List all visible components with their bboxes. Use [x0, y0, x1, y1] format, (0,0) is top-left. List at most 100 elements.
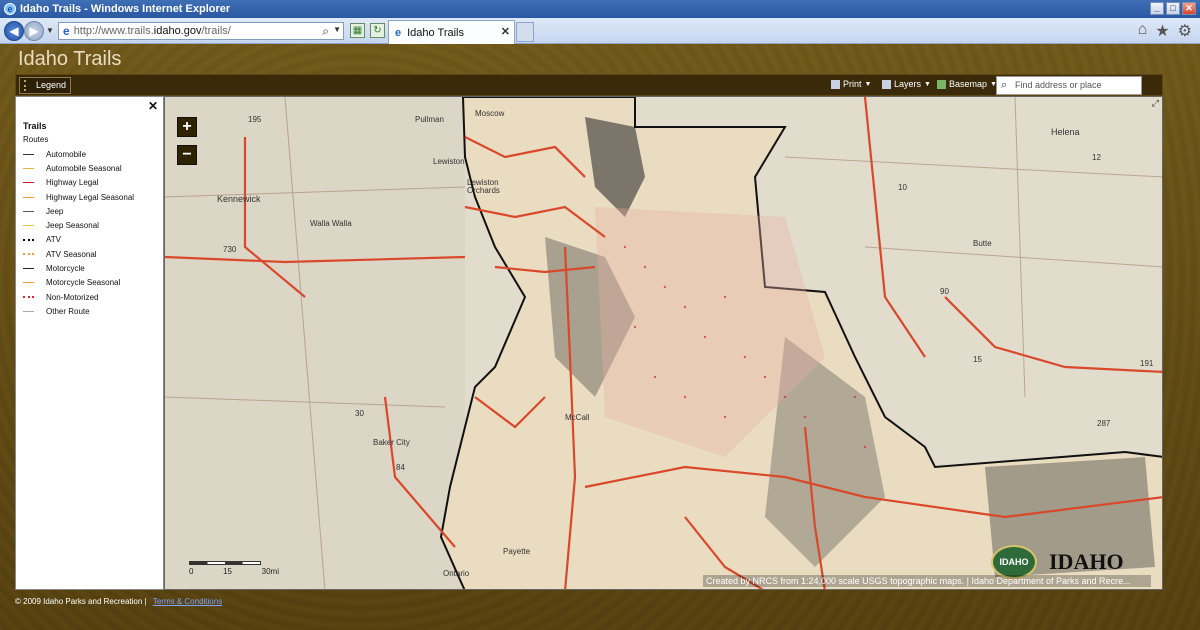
place-label: Pullman — [415, 115, 444, 124]
window-titlebar: e Idaho Trails - Windows Internet Explor… — [0, 0, 1200, 18]
basemap-icon — [937, 79, 946, 89]
window-controls: _ □ ✕ — [1150, 2, 1196, 15]
browser-icons: ⌂ ★ ⚙ — [1138, 21, 1192, 41]
legend-swatch — [23, 238, 34, 241]
legend-list: Automobile Automobile Seasonal Highway Leg… — [23, 147, 134, 319]
idaho-logo: IDAHO — [1049, 549, 1124, 574]
refresh-icon[interactable]: ↻ — [370, 23, 385, 38]
highway-shield: 30 — [355, 409, 364, 418]
scale-label: 30mi — [261, 567, 279, 576]
legend-item: Highway Legal Seasonal — [23, 190, 134, 204]
place-label: Baker City — [373, 438, 410, 447]
map-view[interactable]: Moscow Pullman Lewiston Lewiston Orchard… — [164, 96, 1163, 590]
legend-item: Motorcycle — [23, 261, 134, 275]
minimize-icon[interactable]: _ — [1150, 2, 1164, 15]
legend-item-label: Jeep — [46, 206, 64, 216]
idaho-parks-logo: IDAHO — [991, 545, 1037, 579]
search-icon: ⌕ — [1001, 79, 1008, 91]
legend-swatch — [23, 182, 34, 184]
address-search-icon[interactable]: ⌕ — [322, 24, 329, 39]
legend-item-label: Highway Legal — [46, 178, 99, 188]
app-title: Idaho Trails — [18, 48, 122, 70]
address-dropdown-icon[interactable]: ▼ — [333, 25, 341, 34]
compatibility-view-icon[interactable]: ▦ — [350, 23, 365, 38]
place-label: Butte — [973, 239, 992, 248]
highway-shield: 195 — [248, 115, 262, 124]
basemap-label: Basemap — [949, 79, 988, 89]
legend-item: Other Route — [23, 304, 134, 318]
legend-swatch — [23, 310, 34, 312]
history-dropdown-icon[interactable]: ▼ — [46, 26, 54, 35]
chevron-down-icon: ▼ — [864, 80, 872, 88]
legend-swatch — [23, 167, 34, 169]
place-label: Ontario — [443, 569, 470, 578]
star-icon[interactable]: ★ — [1155, 21, 1169, 41]
expand-icon[interactable]: ⤢ — [1152, 98, 1159, 109]
gear-icon[interactable]: ⚙ — [1178, 21, 1192, 41]
legend-item-label: Automobile — [46, 149, 87, 159]
legend-item-label: Motorcycle Seasonal — [46, 278, 121, 288]
legend-item: Motorcycle Seasonal — [23, 276, 134, 290]
ie-tab-icon: e — [395, 26, 402, 39]
ie-page-icon: e — [63, 24, 70, 38]
address-bar[interactable]: e http://www.trails.idaho.gov/trails/ ⌕ … — [58, 22, 344, 40]
address-url: http://www.trails.idaho.gov/trails/ — [73, 25, 231, 37]
place-label: Walla Walla — [310, 219, 352, 228]
highway-shield: 12 — [1092, 153, 1101, 162]
app-toolbar: Legend Print ▼ Layers ▼ Basemap ▼ ⌕ Find… — [15, 74, 1163, 96]
highway-shield: 90 — [940, 287, 949, 296]
legend-panel: ✕ Trails Routes Automobile Automobile Sea… — [15, 96, 164, 590]
window-title: Idaho Trails - Windows Internet Explorer — [20, 3, 231, 15]
close-icon[interactable]: ✕ — [1182, 2, 1196, 15]
legend-item: ATV — [23, 233, 134, 247]
layers-label: Layers — [894, 79, 922, 89]
legend-item-label: Other Route — [46, 306, 90, 316]
map-canvas[interactable] — [165, 97, 1163, 590]
tab-title: Idaho Trails — [407, 26, 464, 39]
new-tab-button[interactable] — [516, 22, 534, 42]
legend-item: Highway Legal — [23, 176, 134, 190]
terms-link[interactable]: Terms & Conditions — [153, 597, 222, 606]
search-input[interactable]: ⌕ Find address or place — [996, 76, 1142, 95]
scale-bar: 0 15 30mi — [189, 561, 279, 576]
legend-swatch — [23, 196, 34, 198]
back-button[interactable]: ◀ — [4, 21, 24, 41]
legend-swatch — [23, 210, 34, 212]
legend-button-label: Legend — [36, 80, 67, 90]
highway-shield: 191 — [1140, 359, 1154, 368]
place-label: Lewiston Orchards — [467, 178, 500, 195]
place-label: Helena — [1051, 127, 1080, 137]
legend-item-label: Highway Legal Seasonal — [46, 192, 135, 202]
legend-item-label: Non-Motorized — [46, 292, 99, 302]
zoom-out-button[interactable]: − — [177, 145, 197, 165]
tab-close-icon[interactable]: ✕ — [501, 25, 510, 38]
basemap-button[interactable]: Basemap ▼ — [937, 79, 997, 89]
legend-item: Automobile — [23, 147, 134, 161]
close-icon[interactable]: ✕ — [148, 99, 158, 113]
highway-shield: 287 — [1097, 419, 1111, 428]
legend-item: Jeep Seasonal — [23, 218, 134, 232]
zoom-in-button[interactable]: + — [177, 117, 197, 137]
maximize-icon[interactable]: □ — [1166, 2, 1180, 15]
page: Idaho Trails Legend Print ▼ Layers ▼ Bas… — [0, 44, 1200, 630]
legend-button[interactable]: Legend — [19, 77, 72, 94]
legend-swatch — [23, 268, 34, 270]
highway-shield: 84 — [396, 463, 405, 472]
layers-icon — [882, 79, 891, 89]
legend-swatch — [23, 296, 34, 299]
legend-swatch — [23, 282, 34, 284]
home-icon[interactable]: ⌂ — [1138, 21, 1148, 41]
legend-item: ATV Seasonal — [23, 247, 134, 261]
forward-button[interactable]: ▶ — [24, 21, 44, 41]
tab-idaho-trails[interactable]: e Idaho Trails ✕ — [388, 20, 515, 44]
place-label: Payette — [503, 547, 531, 556]
grip-icon — [24, 80, 27, 91]
browser-toolbar: ◀ ▶ ▼ e http://www.trails.idaho.gov/trai… — [0, 18, 1200, 44]
legend-swatch — [23, 225, 34, 227]
place-label: Kennewick — [217, 194, 261, 204]
highway-shield: 15 — [973, 355, 982, 364]
scale-bar-graphic — [189, 561, 261, 565]
print-button[interactable]: Print ▼ — [831, 79, 871, 89]
layers-button[interactable]: Layers ▼ — [882, 79, 931, 89]
printer-icon — [831, 79, 840, 89]
